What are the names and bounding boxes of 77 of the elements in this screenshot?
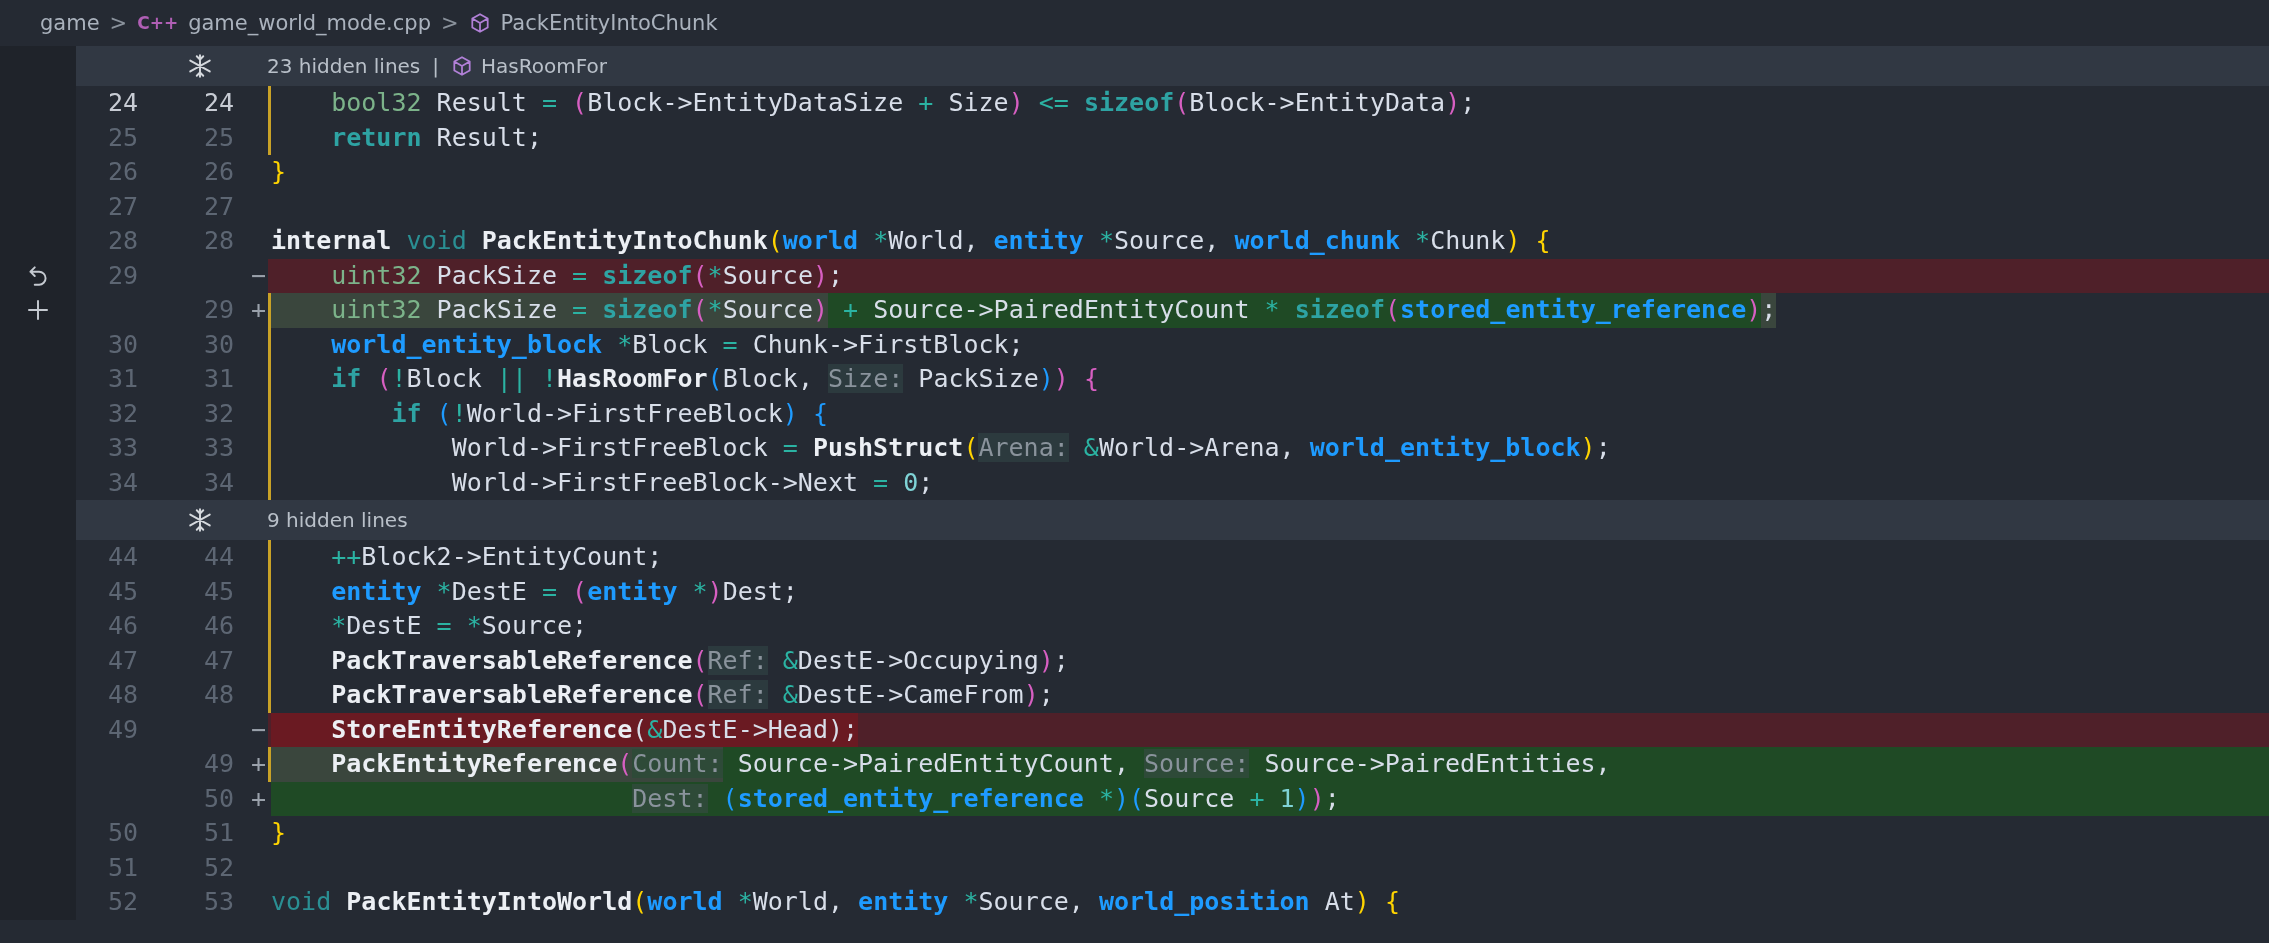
code-line: PackTraversableReference(Ref: &DestE->Occupying);: [268, 643, 2269, 678]
code-line: bool32 Result = (Block->EntityDataSize + Size) <= sizeof(Block->EntityData);: [268, 86, 2269, 121]
line-number: 46: [107, 611, 138, 640]
code-line: return Result;: [268, 120, 2269, 155]
line-number: 24: [203, 88, 234, 117]
line-number: 29: [203, 295, 234, 324]
diff-sign: −: [250, 714, 266, 744]
cube-icon: [468, 12, 491, 34]
line-number: 48: [203, 680, 234, 709]
line-number: 30: [203, 329, 234, 359]
code-line: World->FirstFreeBlock = PushStruct(Arena: &World->Arena, world_entity_block);: [268, 431, 2269, 466]
line-number: 46: [203, 611, 234, 640]
breadcrumb-item[interactable]: game_world_mode.cpp: [188, 11, 431, 35]
code-line: ++Block2->EntityCount;: [268, 540, 2269, 575]
line-number: 50: [203, 783, 234, 813]
line-number: 51: [107, 852, 138, 882]
line-number: 26: [203, 157, 234, 186]
line-number: 34: [107, 467, 138, 497]
line-number: 27: [203, 191, 234, 221]
breadcrumb-item[interactable]: game: [40, 11, 100, 35]
cpp-file-icon: C++: [137, 13, 179, 33]
line-number: 25: [203, 122, 234, 152]
line-number: 31: [203, 364, 234, 393]
line-number: 33: [203, 433, 234, 462]
line-number: 52: [203, 852, 234, 882]
line-number: 49: [203, 749, 234, 778]
line-number: 45: [203, 576, 234, 606]
symbol-name[interactable]: HasRoomFor: [481, 54, 607, 78]
line-number: 33: [107, 433, 138, 462]
line-number: 32: [107, 398, 138, 428]
line-number: 31: [107, 364, 138, 393]
hidden-lines-bar[interactable]: 9 hidden lines: [76, 500, 2269, 540]
code-line: }: [270, 156, 288, 188]
line-number: 27: [107, 191, 138, 221]
code-line: Dest: (stored_entity_reference *)(Source + 1));: [268, 781, 2269, 816]
line-number: 47: [107, 645, 138, 675]
breadcrumb-item[interactable]: PackEntityIntoChunk: [500, 11, 718, 35]
line-number: 47: [203, 645, 234, 675]
hidden-lines-label[interactable]: 23 hidden lines: [267, 54, 421, 78]
line-number: 28: [203, 226, 234, 255]
unfold-icon[interactable]: [187, 53, 213, 79]
line-number: 24: [107, 88, 138, 117]
line-number: 34: [203, 467, 234, 497]
breadcrumb-separator: >: [109, 11, 128, 35]
code-line: if (!Block || !HasRoomFor(Block, Size: PackSize)) {: [268, 362, 2269, 397]
code-line: uint32 PackSize = sizeof(*Source) + Source->PairedEntityCount * sizeof(stored_entity_reference);: [268, 293, 2269, 328]
line-number: 30: [107, 329, 138, 359]
line-number: 53: [203, 887, 234, 916]
line-number: 50: [107, 818, 138, 847]
separator-text: |: [432, 54, 440, 78]
line-number: 48: [107, 680, 138, 709]
code-line: internal void PackEntityIntoChunk(world *World, entity *Source, world_chunk *Chunk) {: [270, 225, 1552, 257]
line-number: 25: [107, 122, 138, 152]
code-line: PackEntityReference(Count: Source->PairedEntityCount, Source: Source->PairedEntities,: [268, 747, 2269, 782]
unfold-icon[interactable]: [187, 507, 213, 533]
code-line: }: [270, 817, 288, 849]
code-line: entity *DestE = (entity *)Dest;: [268, 574, 2269, 609]
code-line: void PackEntityIntoWorld(world *World, entity *Source, world_position At) {: [270, 886, 1401, 918]
line-number: 32: [203, 398, 234, 428]
diff-sign: +: [250, 295, 266, 324]
cube-icon: [451, 55, 474, 77]
diff-sign: +: [250, 783, 266, 813]
diff-sign: −: [250, 260, 266, 290]
line-number: 45: [107, 576, 138, 606]
breadcrumb-separator: >: [441, 11, 459, 35]
line-number: 29: [107, 260, 138, 290]
line-number: 49: [107, 714, 138, 744]
line-number: 52: [107, 887, 138, 916]
line-number: 44: [107, 542, 138, 571]
line-number: 26: [107, 157, 138, 186]
code-line: *DestE = *Source;: [268, 609, 2269, 644]
line-number: 28: [107, 226, 138, 255]
line-number: 51: [203, 818, 234, 847]
line-number: 44: [203, 542, 234, 571]
hidden-lines-bar[interactable]: 23 hidden lines | HasRoomFor: [76, 46, 2269, 86]
hidden-lines-label[interactable]: 9 hidden lines: [267, 508, 408, 532]
diff-sign: +: [250, 749, 266, 778]
